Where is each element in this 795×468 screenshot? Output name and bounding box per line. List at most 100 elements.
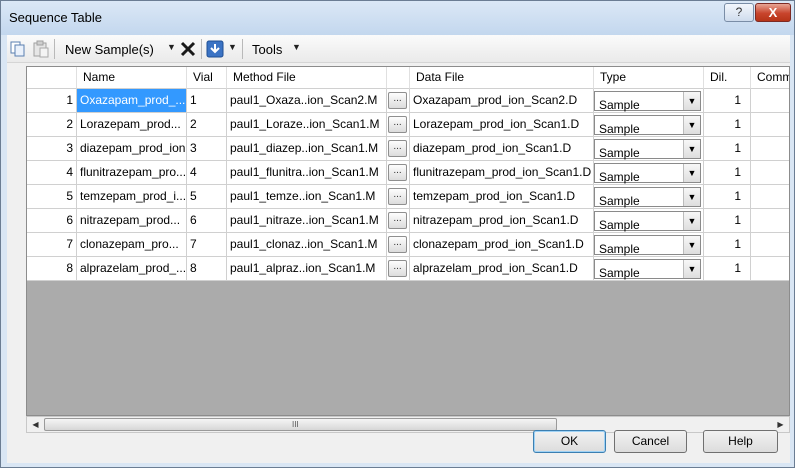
column-header-vial[interactable]: Vial <box>187 67 227 89</box>
browse-method-button[interactable]: ... <box>388 116 407 133</box>
cell-method-file[interactable]: paul1_nitraze..ion_Scan1.M <box>227 209 387 233</box>
row-number[interactable]: 8 <box>27 257 77 281</box>
cell-vial[interactable]: 7 <box>187 233 227 257</box>
help-button[interactable]: Help <box>703 430 778 453</box>
browse-method-button[interactable]: ... <box>388 260 407 277</box>
cell-name[interactable]: diazepam_prod_ion <box>77 137 187 161</box>
cell-comment[interactable] <box>751 113 789 137</box>
column-header-method-file[interactable]: Method File <box>227 67 387 89</box>
browse-method-button[interactable]: ... <box>388 140 407 157</box>
chevron-down-icon[interactable]: ▼ <box>683 164 700 182</box>
cell-data-file[interactable]: temzepam_prod_ion_Scan1.D <box>410 185 594 209</box>
cancel-button[interactable]: Cancel <box>614 430 687 453</box>
new-samples-dropdown-arrow-icon[interactable]: ▼ <box>167 42 176 52</box>
cell-name[interactable]: Oxazapam_prod_... <box>77 89 187 113</box>
row-number[interactable]: 3 <box>27 137 77 161</box>
type-dropdown[interactable]: Sample ▼ <box>594 211 701 232</box>
title-bar[interactable]: Sequence Table ? X <box>1 1 794 35</box>
cell-vial[interactable]: 6 <box>187 209 227 233</box>
type-dropdown[interactable]: Sample ▼ <box>594 259 701 280</box>
column-header-comment[interactable]: Comm <box>751 67 789 89</box>
cell-dilution[interactable]: 1 <box>704 257 751 281</box>
row-number[interactable]: 7 <box>27 233 77 257</box>
cell-vial[interactable]: 2 <box>187 113 227 137</box>
row-number[interactable]: 4 <box>27 161 77 185</box>
delete-x-icon[interactable] <box>179 40 197 58</box>
browse-method-button[interactable]: ... <box>388 164 407 181</box>
type-dropdown[interactable]: Sample ▼ <box>594 235 701 256</box>
tools-menu-button[interactable]: Tools <box>252 42 282 57</box>
cell-name[interactable]: temzepam_prod_i... <box>77 185 187 209</box>
paste-icon[interactable] <box>32 40 50 58</box>
cell-comment[interactable] <box>751 185 789 209</box>
cell-data-file[interactable]: diazepam_prod_ion_Scan1.D <box>410 137 594 161</box>
cell-data-file[interactable]: alprazelam_prod_ion_Scan1.D <box>410 257 594 281</box>
cell-dilution[interactable]: 1 <box>704 137 751 161</box>
type-dropdown[interactable]: Sample ▼ <box>594 163 701 184</box>
type-dropdown[interactable]: Sample ▼ <box>594 91 701 112</box>
cell-dilution[interactable]: 1 <box>704 185 751 209</box>
cell-name[interactable]: nitrazepam_prod... <box>77 209 187 233</box>
column-header-name[interactable]: Name <box>77 67 187 89</box>
new-samples-button[interactable]: New Sample(s) <box>65 42 154 57</box>
row-number[interactable]: 6 <box>27 209 77 233</box>
chevron-down-icon[interactable]: ▼ <box>683 212 700 230</box>
column-header-method-browse[interactable] <box>387 67 410 89</box>
cell-data-file[interactable]: clonazepam_prod_ion_Scan1.D <box>410 233 594 257</box>
cell-data-file[interactable]: Oxazapam_prod_ion_Scan2.D <box>410 89 594 113</box>
cell-method-file[interactable]: paul1_Oxaza..ion_Scan2.M <box>227 89 387 113</box>
type-dropdown[interactable]: Sample ▼ <box>594 115 701 136</box>
column-header-dil[interactable]: Dil. <box>704 67 751 89</box>
chevron-down-icon[interactable]: ▼ <box>683 260 700 278</box>
cell-comment[interactable] <box>751 257 789 281</box>
cell-dilution[interactable]: 1 <box>704 161 751 185</box>
help-title-button[interactable]: ? <box>724 3 754 22</box>
cell-vial[interactable]: 3 <box>187 137 227 161</box>
row-number[interactable]: 1 <box>27 89 77 113</box>
cell-method-file[interactable]: paul1_flunitra..ion_Scan1.M <box>227 161 387 185</box>
tools-dropdown-arrow-icon[interactable]: ▼ <box>292 42 301 52</box>
cell-comment[interactable] <box>751 137 789 161</box>
insert-down-icon[interactable] <box>206 40 224 58</box>
insert-dropdown-arrow-icon[interactable]: ▼ <box>228 42 237 52</box>
cell-method-file[interactable]: paul1_diazep..ion_Scan1.M <box>227 137 387 161</box>
cell-dilution[interactable]: 1 <box>704 233 751 257</box>
close-button[interactable]: X <box>755 3 791 22</box>
cell-name[interactable]: clonazepam_pro... <box>77 233 187 257</box>
cell-name[interactable]: alprazelam_prod_... <box>77 257 187 281</box>
scroll-left-icon[interactable]: ◀ <box>27 417 44 432</box>
cell-data-file[interactable]: nitrazepam_prod_ion_Scan1.D <box>410 209 594 233</box>
column-header-data-file[interactable]: Data File <box>410 67 594 89</box>
browse-method-button[interactable]: ... <box>388 212 407 229</box>
cell-method-file[interactable]: paul1_temze..ion_Scan1.M <box>227 185 387 209</box>
cell-method-file[interactable]: paul1_clonaz..ion_Scan1.M <box>227 233 387 257</box>
cell-vial[interactable]: 4 <box>187 161 227 185</box>
cell-dilution[interactable]: 1 <box>704 89 751 113</box>
chevron-down-icon[interactable]: ▼ <box>683 236 700 254</box>
cell-comment[interactable] <box>751 233 789 257</box>
cell-vial[interactable]: 8 <box>187 257 227 281</box>
copy-icon[interactable] <box>9 40 27 58</box>
cell-comment[interactable] <box>751 209 789 233</box>
chevron-down-icon[interactable]: ▼ <box>683 140 700 158</box>
browse-method-button[interactable]: ... <box>388 92 407 109</box>
cell-method-file[interactable]: paul1_alpraz..ion_Scan1.M <box>227 257 387 281</box>
cell-data-file[interactable]: flunitrazepam_prod_ion_Scan1.D <box>410 161 594 185</box>
cell-name[interactable]: flunitrazepam_pro... <box>77 161 187 185</box>
ok-button[interactable]: OK <box>533 430 606 453</box>
browse-method-button[interactable]: ... <box>388 236 407 253</box>
column-header-type[interactable]: Type <box>594 67 704 89</box>
cell-dilution[interactable]: 1 <box>704 209 751 233</box>
chevron-down-icon[interactable]: ▼ <box>683 188 700 206</box>
scrollbar-thumb[interactable]: III <box>44 418 557 431</box>
chevron-down-icon[interactable]: ▼ <box>683 92 700 110</box>
cell-comment[interactable] <box>751 89 789 113</box>
type-dropdown[interactable]: Sample ▼ <box>594 187 701 208</box>
chevron-down-icon[interactable]: ▼ <box>683 116 700 134</box>
cell-vial[interactable]: 5 <box>187 185 227 209</box>
browse-method-button[interactable]: ... <box>388 188 407 205</box>
cell-data-file[interactable]: Lorazepam_prod_ion_Scan1.D <box>410 113 594 137</box>
row-number[interactable]: 2 <box>27 113 77 137</box>
row-number[interactable]: 5 <box>27 185 77 209</box>
cell-dilution[interactable]: 1 <box>704 113 751 137</box>
